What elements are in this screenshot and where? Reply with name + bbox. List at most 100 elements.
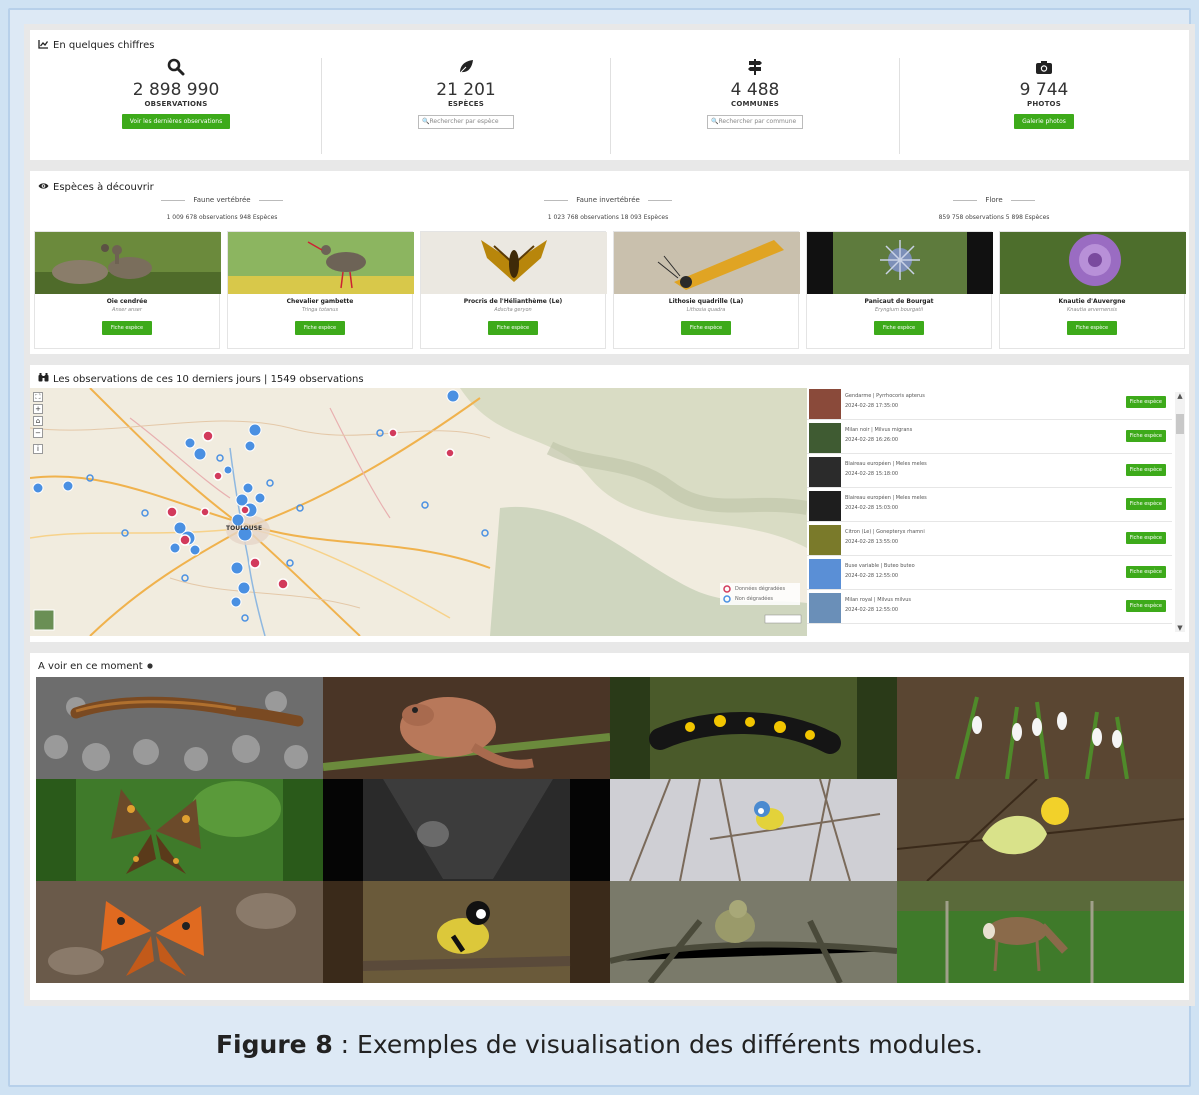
species-search-placeholder: Rechercher par espèce: [429, 118, 499, 125]
species-sheet-button[interactable]: Fiche espèce: [1125, 600, 1166, 612]
species-sheet-button[interactable]: Fiche espèce: [1125, 430, 1166, 442]
communes-count: 4 488: [730, 80, 780, 100]
list-item[interactable]: Citron (Le) | Gonepteryx rhamni 2024-02-…: [807, 524, 1172, 556]
gallery-photo-frog[interactable]: [323, 677, 610, 779]
latest-observations-button[interactable]: Voir les dernières observations: [121, 114, 231, 129]
list-item[interactable]: Gendarme | Pyrrhocoris apterus 2024-02-2…: [807, 388, 1172, 420]
species-sheet-button[interactable]: Fiche espèce: [1125, 464, 1166, 476]
eye-icon: [38, 182, 49, 193]
photo-gallery-button[interactable]: Galerie photos: [1014, 114, 1074, 129]
species-sheet-button[interactable]: Fiche espèce: [1125, 532, 1166, 544]
species-latin-name: Adscita geryon: [494, 307, 532, 313]
gallery-photo-snowdrops[interactable]: [897, 677, 1184, 779]
scroll-up-icon[interactable]: ▲: [1175, 392, 1185, 400]
species-sheet-button[interactable]: Fiche espèce: [101, 321, 153, 335]
figure-number: Figure 8: [215, 1030, 333, 1059]
fullscreen-icon[interactable]: ⛶: [33, 392, 43, 402]
zoom-out-button[interactable]: −: [33, 428, 43, 438]
scroll-down-icon[interactable]: ▼: [1175, 624, 1185, 632]
category-stats: 1 023 768 observations 18 093 Espèces: [547, 214, 669, 221]
species-card[interactable]: Chevalier gambette Tringa totanus Fiche …: [227, 231, 414, 349]
species-card[interactable]: Procris de l'Hélianthème (Le) Adscita ge…: [420, 231, 607, 349]
gallery-photo-great-tit[interactable]: [323, 881, 610, 983]
gallery-photo-butterfly-speckled[interactable]: [36, 779, 323, 881]
stats-panel-title: En quelques chiffres: [38, 39, 154, 52]
observations-map[interactable]: ⛶ + ⌂ − i TOULOUSE Données dégradées Non…: [30, 388, 807, 636]
home-icon[interactable]: ⌂: [33, 416, 43, 426]
gallery-photo-warbler[interactable]: [610, 881, 897, 983]
info-circle-icon: [147, 661, 153, 672]
stat-species: 21 201 ESPÈCES 🔍Rechercher par espèce: [326, 58, 606, 129]
list-item[interactable]: Blaireau européen | Meles meles 2024-02-…: [807, 490, 1172, 522]
observation-date: 2024-02-28 12:55:00: [845, 607, 899, 613]
info-icon[interactable]: i: [33, 444, 43, 454]
layer-switcher-button[interactable]: [34, 610, 54, 630]
gallery-photo-newt[interactable]: [36, 677, 323, 779]
zoom-in-button[interactable]: +: [33, 404, 43, 414]
observations-list[interactable]: Gendarme | Pyrrhocoris apterus 2024-02-2…: [807, 388, 1189, 636]
category-invertebrates: Faune invertébrée 1 023 768 observations…: [416, 196, 800, 221]
gallery-panel-title: A voir en ce moment: [38, 661, 153, 672]
stat-observations: 2 898 990 OBSERVATIONS Voir les dernière…: [36, 58, 316, 129]
observation-thumbnail: [809, 559, 841, 589]
observation-thumbnail: [809, 525, 841, 555]
species-name: Panicaut de Bourgat: [864, 298, 934, 305]
species-latin-name: Lithosia quadra: [686, 307, 726, 313]
species-photo: [421, 232, 607, 294]
observation-thumbnail: [809, 423, 841, 453]
observation-species: Gendarme | Pyrrhocoris apterus: [845, 393, 925, 399]
observation-species: Buse variable | Buteo buteo: [845, 563, 915, 569]
observation-species: Milan royal | Milvus milvus: [845, 597, 911, 603]
list-scrollbar[interactable]: ▲ ▼: [1175, 392, 1185, 632]
species-sheet-button[interactable]: Fiche espèce: [1125, 566, 1166, 578]
gallery-photo-salamander[interactable]: [610, 677, 897, 779]
species-photo: [228, 232, 414, 294]
species-search-input[interactable]: 🔍Rechercher par espèce: [418, 115, 514, 129]
species-sheet-button[interactable]: Fiche espèce: [873, 321, 925, 335]
category-name: Faune invertébrée: [416, 196, 800, 204]
species-name: Knautie d'Auvergne: [1058, 298, 1126, 305]
list-item[interactable]: Milan royal | Milvus milvus 2024-02-28 1…: [807, 592, 1172, 624]
stat-communes: 4 488 COMMUNES 🔍Rechercher par commune: [615, 58, 895, 129]
gallery-photo-blue-tit[interactable]: [610, 779, 897, 881]
photo-gallery: [36, 677, 1184, 983]
gallery-photo-roe-deer[interactable]: [897, 881, 1184, 983]
list-item[interactable]: Buse variable | Buteo buteo 2024-02-28 1…: [807, 558, 1172, 590]
species-card[interactable]: Oie cendrée Anser anser Fiche espèce: [34, 231, 221, 349]
signpost-icon: [615, 58, 895, 80]
category-stats: 859 758 observations 5 898 Espèces: [938, 214, 1050, 221]
observations-label: OBSERVATIONS: [144, 100, 208, 108]
stat-photos: 9 744 PHOTOS Galerie photos: [904, 58, 1184, 129]
species-sheet-button[interactable]: Fiche espèce: [1066, 321, 1118, 335]
observation-thumbnail: [809, 593, 841, 623]
list-item[interactable]: Milan noir | Milvus migrans 2024-02-28 1…: [807, 422, 1172, 454]
camera-icon: [904, 58, 1184, 80]
species-card[interactable]: Knautie d'Auvergne Knautia arvernensis F…: [999, 231, 1186, 349]
species-sheet-button[interactable]: Fiche espèce: [294, 321, 346, 335]
list-item[interactable]: Blaireau européen | Meles meles 2024-02-…: [807, 456, 1172, 488]
observation-species: Citron (Le) | Gonepteryx rhamni: [845, 529, 925, 535]
species-sheet-button[interactable]: Fiche espèce: [487, 321, 539, 335]
observation-date: 2024-02-28 12:55:00: [845, 573, 899, 579]
scrollbar-thumb[interactable]: [1176, 414, 1184, 434]
category-flora: Flore 859 758 observations 5 898 Espèces: [802, 196, 1186, 221]
species-sheet-button[interactable]: Fiche espèce: [1125, 498, 1166, 510]
category-name: Flore: [802, 196, 1186, 204]
gallery-photo-brimstone[interactable]: [897, 779, 1184, 881]
species-photo: [807, 232, 993, 294]
divider: [899, 58, 900, 154]
photos-label: PHOTOS: [1027, 100, 1061, 108]
photos-count: 9 744: [1019, 80, 1069, 100]
gallery-photo-tortoiseshell[interactable]: [36, 881, 323, 983]
observation-date: 2024-02-28 15:03:00: [845, 505, 899, 511]
observation-date: 2024-02-28 17:35:00: [845, 403, 899, 409]
gallery-photo-night-camera[interactable]: [323, 779, 610, 881]
species-card[interactable]: Lithosie quadrille (La) Lithosia quadra …: [613, 231, 800, 349]
species-photo: [1000, 232, 1186, 294]
species-card[interactable]: Panicaut de Bourgat Eryngium bourgatii F…: [806, 231, 993, 349]
category-name: Faune vertébrée: [30, 196, 414, 204]
commune-search-input[interactable]: 🔍Rechercher par commune: [707, 115, 803, 129]
species-sheet-button[interactable]: Fiche espèce: [1125, 396, 1166, 408]
species-title-text: Espèces à découvrir: [53, 182, 154, 193]
species-sheet-button[interactable]: Fiche espèce: [680, 321, 732, 335]
